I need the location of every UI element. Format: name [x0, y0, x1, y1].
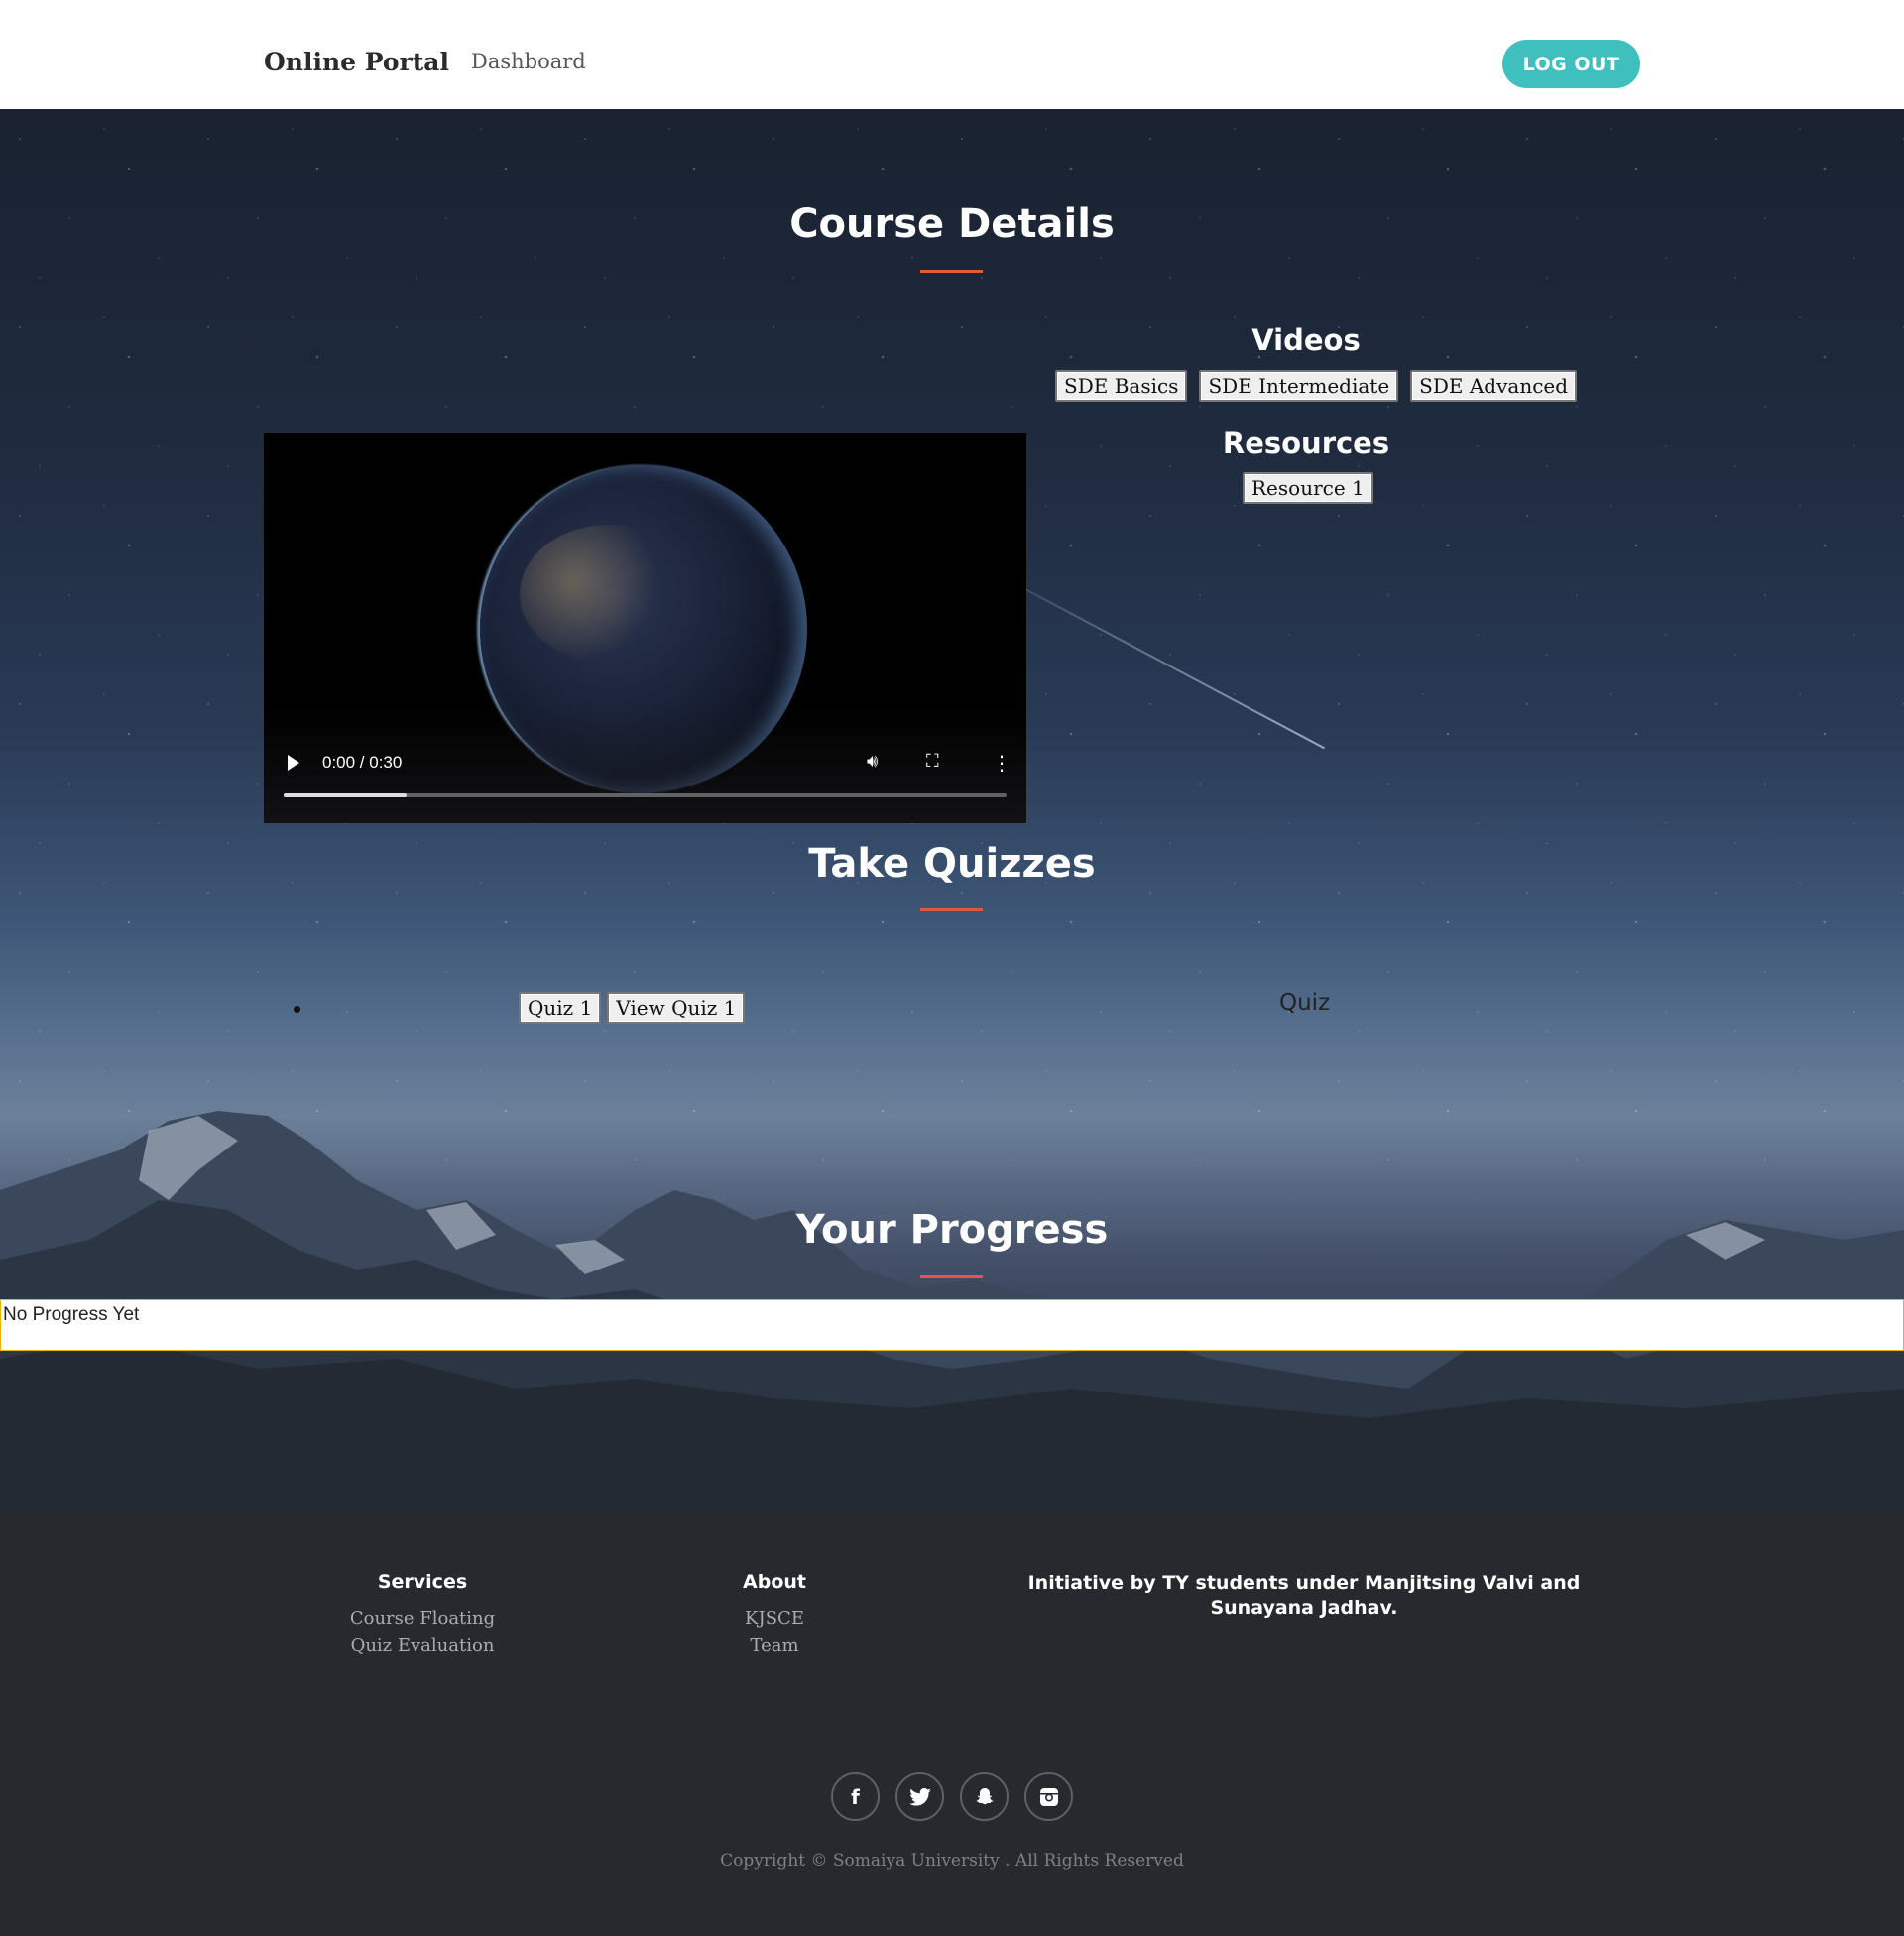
- video-player[interactable]: 0:00 / 0:30 🔊︎ ⛶ ⋮: [264, 433, 1026, 823]
- footer: Services Course Floating Quiz Evaluation…: [0, 1510, 1904, 1936]
- videos-heading: Videos: [1251, 323, 1361, 357]
- title-underline: [920, 908, 983, 911]
- take-quizzes-title: Take Quizzes: [808, 841, 1096, 887]
- video-buttons: SDE Basics SDE Intermediate SDE Advanced: [1055, 370, 1578, 402]
- fullscreen-icon[interactable]: ⛶: [926, 751, 948, 773]
- video-time: 0:00 / 0:30: [322, 753, 403, 772]
- hero-background: Course Details 0:00 / 0:30 🔊︎ ⛶ ⋮ Videos…: [0, 109, 1904, 1510]
- copyright-text: Copyright © Somaiya University . All Rig…: [720, 1851, 1184, 1871]
- view-quiz-1-button[interactable]: View Quiz 1: [607, 992, 746, 1024]
- resources-heading: Resources: [1222, 426, 1390, 460]
- navbar: Online Portal Dashboard LOG OUT: [0, 0, 1904, 109]
- video-progress-fill: [284, 793, 407, 797]
- instagram-icon[interactable]: [1024, 1772, 1073, 1821]
- footer-services: Services Course Floating Quiz Evaluation: [323, 1571, 522, 1660]
- footer-about: About KJSCE Team: [695, 1571, 854, 1660]
- progress-panel: No Progress Yet: [0, 1299, 1904, 1351]
- snapchat-icon[interactable]: [960, 1772, 1009, 1821]
- logout-button[interactable]: LOG OUT: [1502, 40, 1640, 88]
- footer-link-quiz-evaluation[interactable]: Quiz Evaluation: [323, 1633, 522, 1660]
- list-bullet: [294, 1006, 300, 1013]
- video-button-sde-basics[interactable]: SDE Basics: [1055, 370, 1188, 402]
- social-links: f: [831, 1772, 1073, 1821]
- facebook-icon[interactable]: f: [831, 1772, 880, 1821]
- course-details-title: Course Details: [789, 201, 1115, 247]
- quiz-1-button[interactable]: Quiz 1: [519, 992, 602, 1024]
- play-icon[interactable]: [288, 755, 299, 771]
- volume-icon[interactable]: 🔊︎: [867, 751, 891, 773]
- quiz-buttons: Quiz 1 View Quiz 1: [519, 992, 746, 1024]
- footer-link-course-floating[interactable]: Course Floating: [323, 1605, 522, 1633]
- footer-link-team[interactable]: Team: [695, 1633, 854, 1660]
- twitter-icon[interactable]: [895, 1772, 944, 1821]
- footer-link-kjsce[interactable]: KJSCE: [695, 1605, 854, 1633]
- video-button-sde-advanced[interactable]: SDE Advanced: [1410, 370, 1578, 402]
- more-options-icon[interactable]: ⋮: [992, 751, 1012, 775]
- video-button-sde-intermediate[interactable]: SDE Intermediate: [1199, 370, 1399, 402]
- video-progress-bar[interactable]: [284, 793, 1007, 797]
- initiative-text: Initiative by TY students under Manjitsi…: [1027, 1572, 1581, 1619]
- no-progress-text: No Progress Yet: [3, 1304, 140, 1325]
- resource-button-1[interactable]: Resource 1: [1243, 472, 1373, 504]
- about-heading: About: [743, 1571, 806, 1593]
- resource-buttons: Resource 1: [1243, 472, 1373, 504]
- services-heading: Services: [377, 1571, 468, 1593]
- title-underline: [920, 1275, 983, 1278]
- mountain-range: [0, 1111, 1904, 1510]
- title-underline: [920, 270, 983, 273]
- city-lights: [520, 525, 698, 664]
- brand-logo[interactable]: Online Portal: [264, 48, 449, 76]
- nav-link-dashboard[interactable]: Dashboard: [471, 50, 586, 73]
- quiz-label: Quiz: [1279, 990, 1331, 1016]
- your-progress-title: Your Progress: [795, 1207, 1109, 1253]
